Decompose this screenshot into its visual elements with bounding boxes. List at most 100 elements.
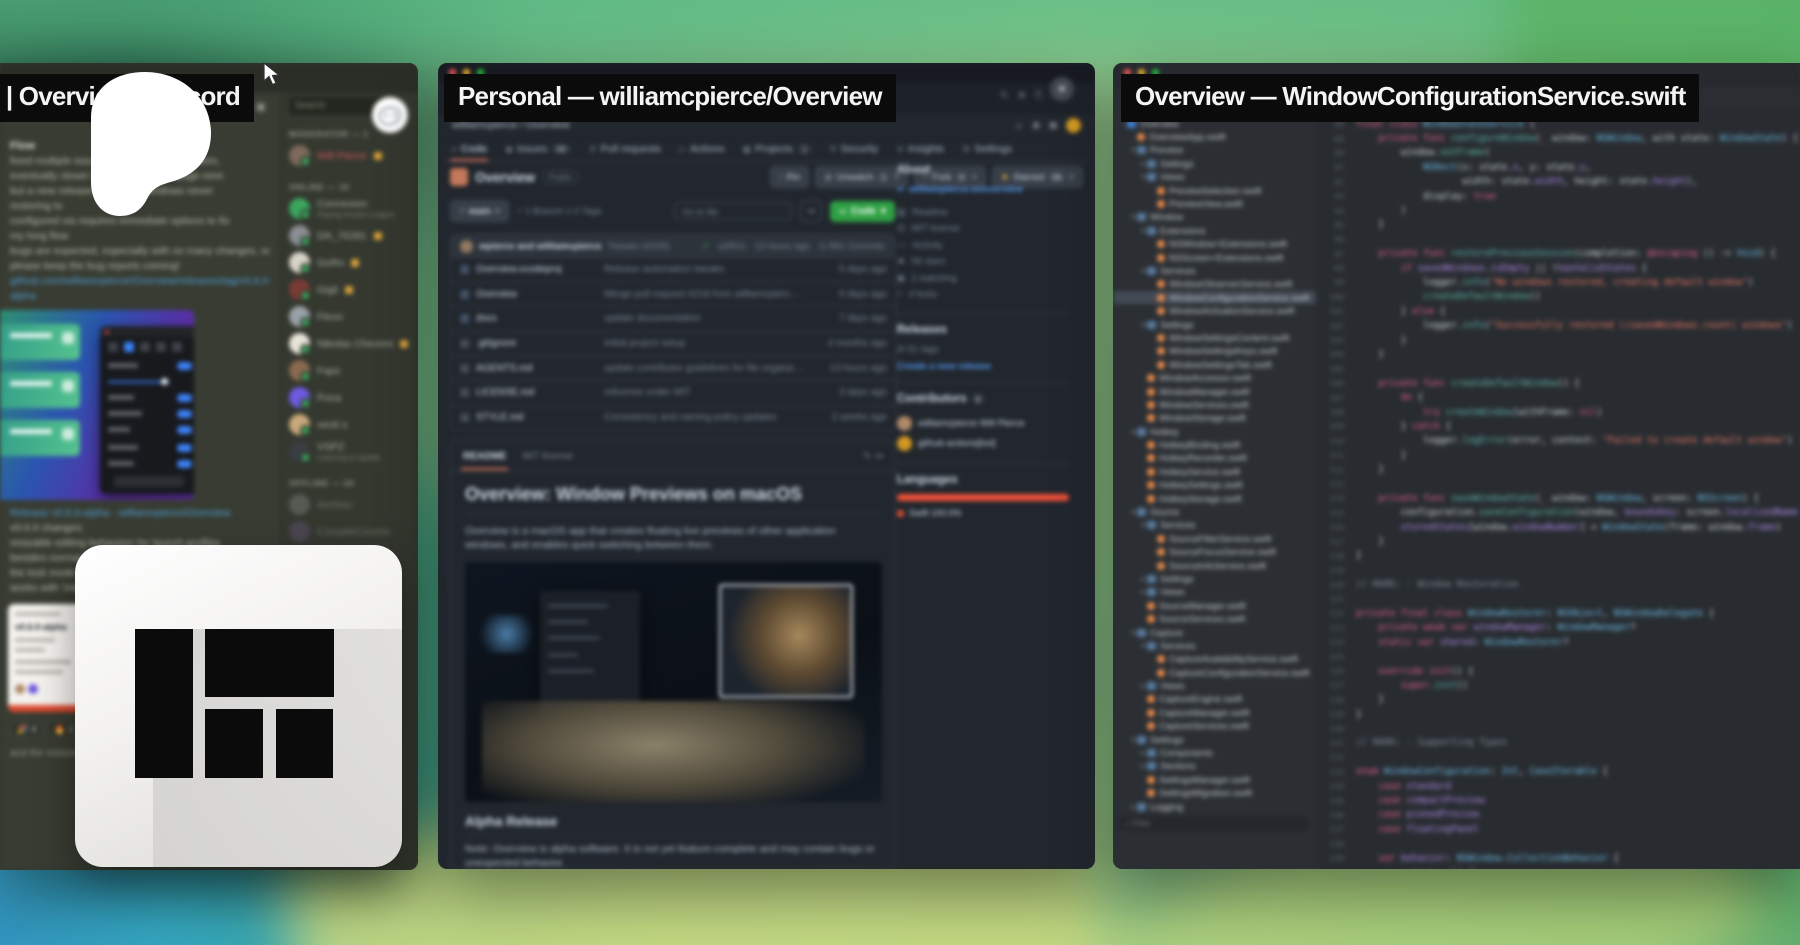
- navigator-item[interactable]: ▸Sections: [1113, 760, 1316, 773]
- navigator-item[interactable]: ▸Logging: [1113, 800, 1316, 813]
- navigator-item[interactable]: HotkeySettings.swift: [1113, 479, 1316, 492]
- inbox-icon[interactable]: ▣: [1049, 120, 1058, 131]
- member-row[interactable]: Flexo: [289, 304, 410, 329]
- navigator-item[interactable]: ▾Settings: [1113, 318, 1316, 331]
- navigator-item[interactable]: SourceFocusService.swift: [1113, 546, 1316, 559]
- navigator-item[interactable]: ▾Views: [1113, 171, 1316, 184]
- member-row[interactable]: GoRo: [289, 250, 410, 275]
- navigator-item[interactable]: SourceInfoService.swift: [1113, 559, 1316, 572]
- member-row[interactable]: Will Pierce: [289, 143, 410, 168]
- table-row[interactable]: ▤STYLE.mdConsistency and naming policy u…: [451, 405, 896, 430]
- chat-link[interactable]: github.com/williamcpierce/Overview/relea…: [10, 274, 270, 289]
- contributor-row[interactable]: github-actions[bot]: [897, 433, 1069, 453]
- disclosure-icon[interactable]: ▸: [1129, 803, 1137, 811]
- toolbar-icon[interactable]: ⎘: [1035, 90, 1043, 101]
- reaction-pill[interactable]: 🎉4: [10, 720, 43, 738]
- navigator-item[interactable]: NSScreen+Extensions.swift: [1113, 251, 1316, 264]
- navigator-item[interactable]: CaptureAvailabilityService.swift: [1113, 653, 1316, 666]
- navigator-item[interactable]: WindowStorage.swift: [1113, 412, 1316, 425]
- navigator-item[interactable]: NSWindow+Extensions.swift: [1113, 238, 1316, 251]
- disclosure-icon[interactable]: ▸: [1139, 160, 1147, 168]
- table-row[interactable]: ▥Overview.xcodeprojRelease automation tw…: [451, 258, 896, 282]
- disclosure-icon[interactable]: ▸: [1139, 682, 1147, 690]
- navigator-item[interactable]: ▾Hotkey: [1113, 425, 1316, 438]
- disclosure-icon[interactable]: ▸: [1139, 588, 1147, 596]
- disclosure-icon[interactable]: ▸: [1139, 749, 1147, 757]
- disclosure-icon[interactable]: ▸: [1139, 575, 1147, 583]
- navigator-item[interactable]: PreviewSelection.swift: [1113, 184, 1316, 197]
- file-name[interactable]: STYLE.md: [476, 412, 604, 423]
- unwatch-button[interactable]: ◉Unwatch1▾: [815, 166, 908, 188]
- file-name[interactable]: LICENSE.md: [476, 387, 604, 398]
- file-commit-message[interactable]: update contributor guidelines for file o…: [604, 363, 813, 374]
- issues-icon[interactable]: ◉: [1032, 120, 1041, 131]
- navigator-item[interactable]: ▾Settings: [1113, 733, 1316, 746]
- navigator-item[interactable]: CaptureServices.swift: [1113, 720, 1316, 733]
- about-row[interactable]: ⑂4 forks: [897, 287, 1069, 304]
- member-row[interactable]: Poca: [289, 385, 410, 410]
- table-row[interactable]: ▤LICENSE.mdrelicense under MIT3 days ago: [451, 380, 896, 405]
- code-button[interactable]: ‹›Code▾: [830, 201, 895, 222]
- disclosure-icon[interactable]: ▾: [1139, 642, 1147, 650]
- chat-link[interactable]: Release v0.6.0-alpha · williamcpierce/Ov…: [10, 506, 270, 521]
- file-commit-message[interactable]: Release automation tweaks: [604, 264, 813, 275]
- about-row[interactable]: ★56 stars: [897, 254, 1069, 271]
- branch-tag-counts[interactable]: ⑂ 1 Branch ⊘ 0 Tags: [517, 206, 602, 217]
- member-row[interactable]: Faps: [289, 358, 410, 383]
- chat-link[interactable]: alpha: [10, 289, 270, 304]
- file-commit-message[interactable]: relicense under MIT: [604, 387, 813, 398]
- tab-security[interactable]: ⛨Security: [823, 140, 886, 161]
- disclosure-icon[interactable]: ▾: [1129, 428, 1137, 436]
- navigator-item[interactable]: WindowManager.swift: [1113, 385, 1316, 398]
- github-topbar-icons[interactable]: ＋ ◉ ▣: [1014, 118, 1081, 133]
- disclosure-icon[interactable]: ▾: [1129, 736, 1137, 744]
- member-row[interactable]: CompileCosmic: [289, 519, 410, 544]
- tab-code[interactable]: ‹›Code: [444, 140, 494, 161]
- navigator-item[interactable]: ▾Services: [1113, 264, 1316, 277]
- disclosure-icon[interactable]: ▾: [1129, 146, 1137, 154]
- disclosure-icon[interactable]: ▾: [1139, 521, 1147, 529]
- member-row[interactable]: Gigli: [289, 277, 410, 302]
- tab-license[interactable]: MIT license: [522, 451, 573, 462]
- navigator-item[interactable]: HotkeyRecorder.swift: [1113, 452, 1316, 465]
- navigator-item[interactable]: HotkeyStorage.swift: [1113, 492, 1316, 505]
- navigator-item[interactable]: CaptureManager.swift: [1113, 706, 1316, 719]
- navigator-item[interactable]: OverviewApp.swift: [1113, 130, 1316, 143]
- file-name[interactable]: Overview: [476, 289, 604, 300]
- about-row[interactable]: 〰Activity: [897, 237, 1069, 254]
- navigator-item[interactable]: ▸Settings: [1113, 157, 1316, 170]
- navigator-item[interactable]: ▸Components: [1113, 746, 1316, 759]
- navigator-item[interactable]: ▾Source: [1113, 505, 1316, 518]
- disclosure-icon[interactable]: ▾: [1129, 213, 1137, 221]
- file-name[interactable]: AGENTS.md: [476, 363, 604, 374]
- navigator-item[interactable]: ▸Views: [1113, 679, 1316, 692]
- disclosure-icon[interactable]: ▾: [1139, 321, 1147, 329]
- tab-issues[interactable]: ◉Issues88: [498, 140, 578, 161]
- table-row[interactable]: ▤AGENTS.mdupdate contributor guidelines …: [451, 355, 896, 380]
- latest-commit-bar[interactable]: wpierce and williamcpierce Tweaks (#226)…: [450, 234, 895, 258]
- file-name[interactable]: docs: [476, 313, 604, 324]
- list-view-button[interactable]: ≔: [800, 200, 822, 222]
- edit-icon[interactable]: ✎ ≔: [863, 451, 884, 462]
- disclosure-icon[interactable]: ▾: [1129, 629, 1137, 637]
- tab-pull-requests[interactable]: ⇵Pull requests: [582, 140, 668, 161]
- member-row[interactable]: Nikolas Chevres: [289, 331, 410, 356]
- member-row[interactable]: VSPZListening to Spotify: [289, 439, 410, 464]
- navigator-item[interactable]: SourceFilterService.swift: [1113, 532, 1316, 545]
- xcode-editor[interactable]: 88final class WindowStateService {89 pri…: [1318, 109, 1800, 869]
- navigator-item[interactable]: SourceServices.swift: [1113, 612, 1316, 625]
- xcode-window[interactable]: OverviewOverviewApp.swift▾Preview▸Settin…: [1113, 63, 1800, 869]
- plus-icon[interactable]: ＋: [1014, 118, 1024, 133]
- navigator-item[interactable]: ▸Views: [1113, 586, 1316, 599]
- go-to-file-input[interactable]: Go to file: [674, 202, 792, 220]
- disclosure-icon[interactable]: ▸: [1139, 762, 1147, 770]
- language-row[interactable]: Swift 100.0%: [897, 508, 1069, 518]
- member-row[interactable]: ConnexionPlaying Rocket League: [289, 196, 410, 221]
- search-input[interactable]: Search⌕: [289, 97, 385, 115]
- navigator-item[interactable]: WindowSettingsKeys.swift: [1113, 345, 1316, 358]
- file-name[interactable]: Overview.xcodeproj: [476, 264, 604, 275]
- overview-app-icon[interactable]: [75, 545, 402, 867]
- navigator-item[interactable]: SourceManager.swift: [1113, 599, 1316, 612]
- tab-projects[interactable]: ▦Projects1: [736, 140, 819, 161]
- tab-insights[interactable]: ≋Insights: [889, 140, 951, 161]
